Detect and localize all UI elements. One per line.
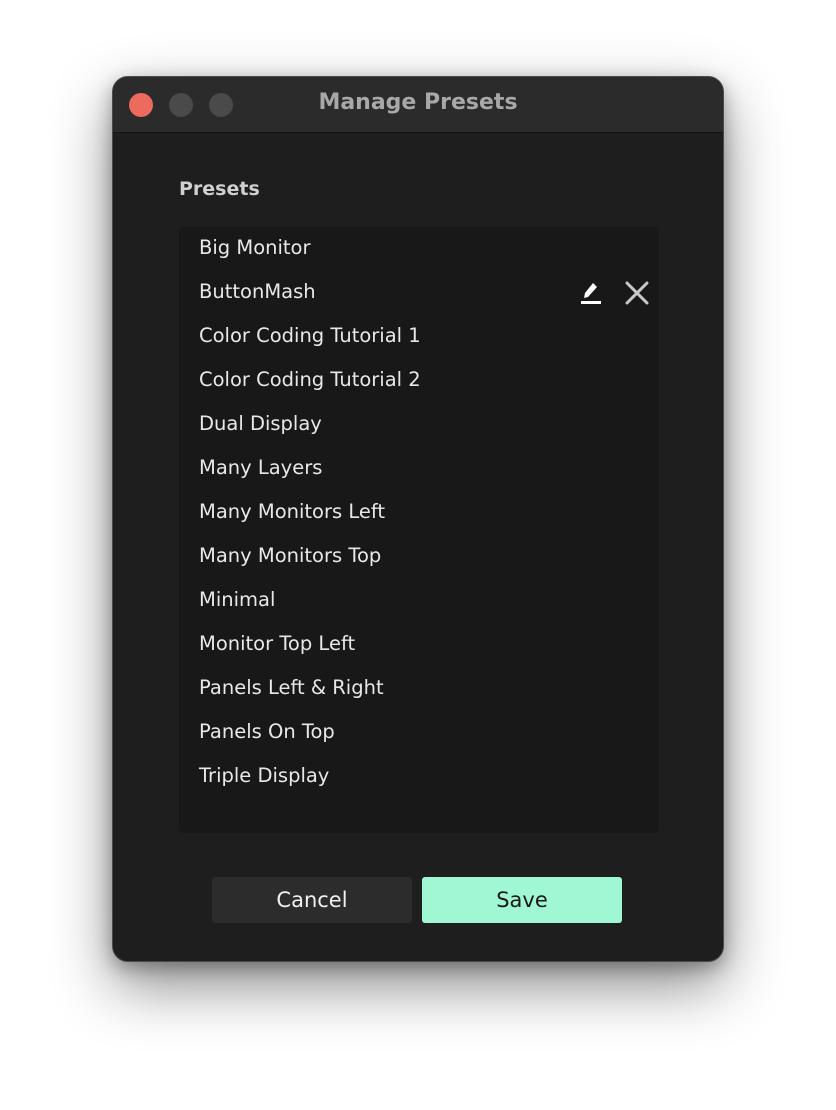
preset-list-item[interactable]: Many Layers <box>179 447 659 491</box>
preset-label: Triple Display <box>199 764 330 787</box>
preset-label: Many Monitors Left <box>199 500 386 523</box>
save-button[interactable]: Save <box>422 877 622 923</box>
preset-label: Color Coding Tutorial 2 <box>199 368 421 391</box>
preset-list-item[interactable]: Color Coding Tutorial 2 <box>179 359 659 403</box>
edit-preset-button[interactable] <box>577 279 605 307</box>
close-icon <box>625 281 649 305</box>
window-title: Manage Presets <box>318 90 518 115</box>
preset-list-item[interactable]: Dual Display <box>179 403 659 447</box>
preset-list-item[interactable]: ButtonMash <box>179 271 659 315</box>
preset-label: ButtonMash <box>199 280 316 303</box>
preset-label: Monitor Top Left <box>199 632 356 655</box>
presets-list[interactable]: Big Monitor ButtonMash Color Coding Tutori… <box>179 227 659 833</box>
title-bar: Manage Presets <box>113 77 723 133</box>
preset-label: Many Monitors Top <box>199 544 382 567</box>
preset-list-item[interactable]: Panels Left & Right <box>179 667 659 711</box>
preset-list-item[interactable]: Big Monitor <box>179 227 659 271</box>
preset-list-item[interactable]: Triple Display <box>179 755 659 799</box>
preset-list-item[interactable]: Color Coding Tutorial 1 <box>179 315 659 359</box>
preset-label: Panels Left & Right <box>199 676 384 699</box>
preset-label: Many Layers <box>199 456 323 479</box>
preset-label: Color Coding Tutorial 1 <box>199 324 421 347</box>
preset-label: Panels On Top <box>199 720 335 743</box>
cancel-button[interactable]: Cancel <box>212 877 412 923</box>
preset-list-item[interactable]: Minimal <box>179 579 659 623</box>
delete-preset-button[interactable] <box>623 279 651 307</box>
preset-list-item[interactable]: Many Monitors Left <box>179 491 659 535</box>
preset-label: Minimal <box>199 588 276 611</box>
preset-label: Big Monitor <box>199 236 311 259</box>
preset-label: Dual Display <box>199 412 322 435</box>
pencil-icon <box>581 283 601 304</box>
preset-list-item[interactable]: Monitor Top Left <box>179 623 659 667</box>
presets-label: Presets <box>179 178 260 200</box>
preset-list-item[interactable]: Panels On Top <box>179 711 659 755</box>
preset-list-item[interactable]: Many Monitors Top <box>179 535 659 579</box>
manage-presets-dialog: Manage Presets Presets Big Monitor Button… <box>112 76 724 962</box>
